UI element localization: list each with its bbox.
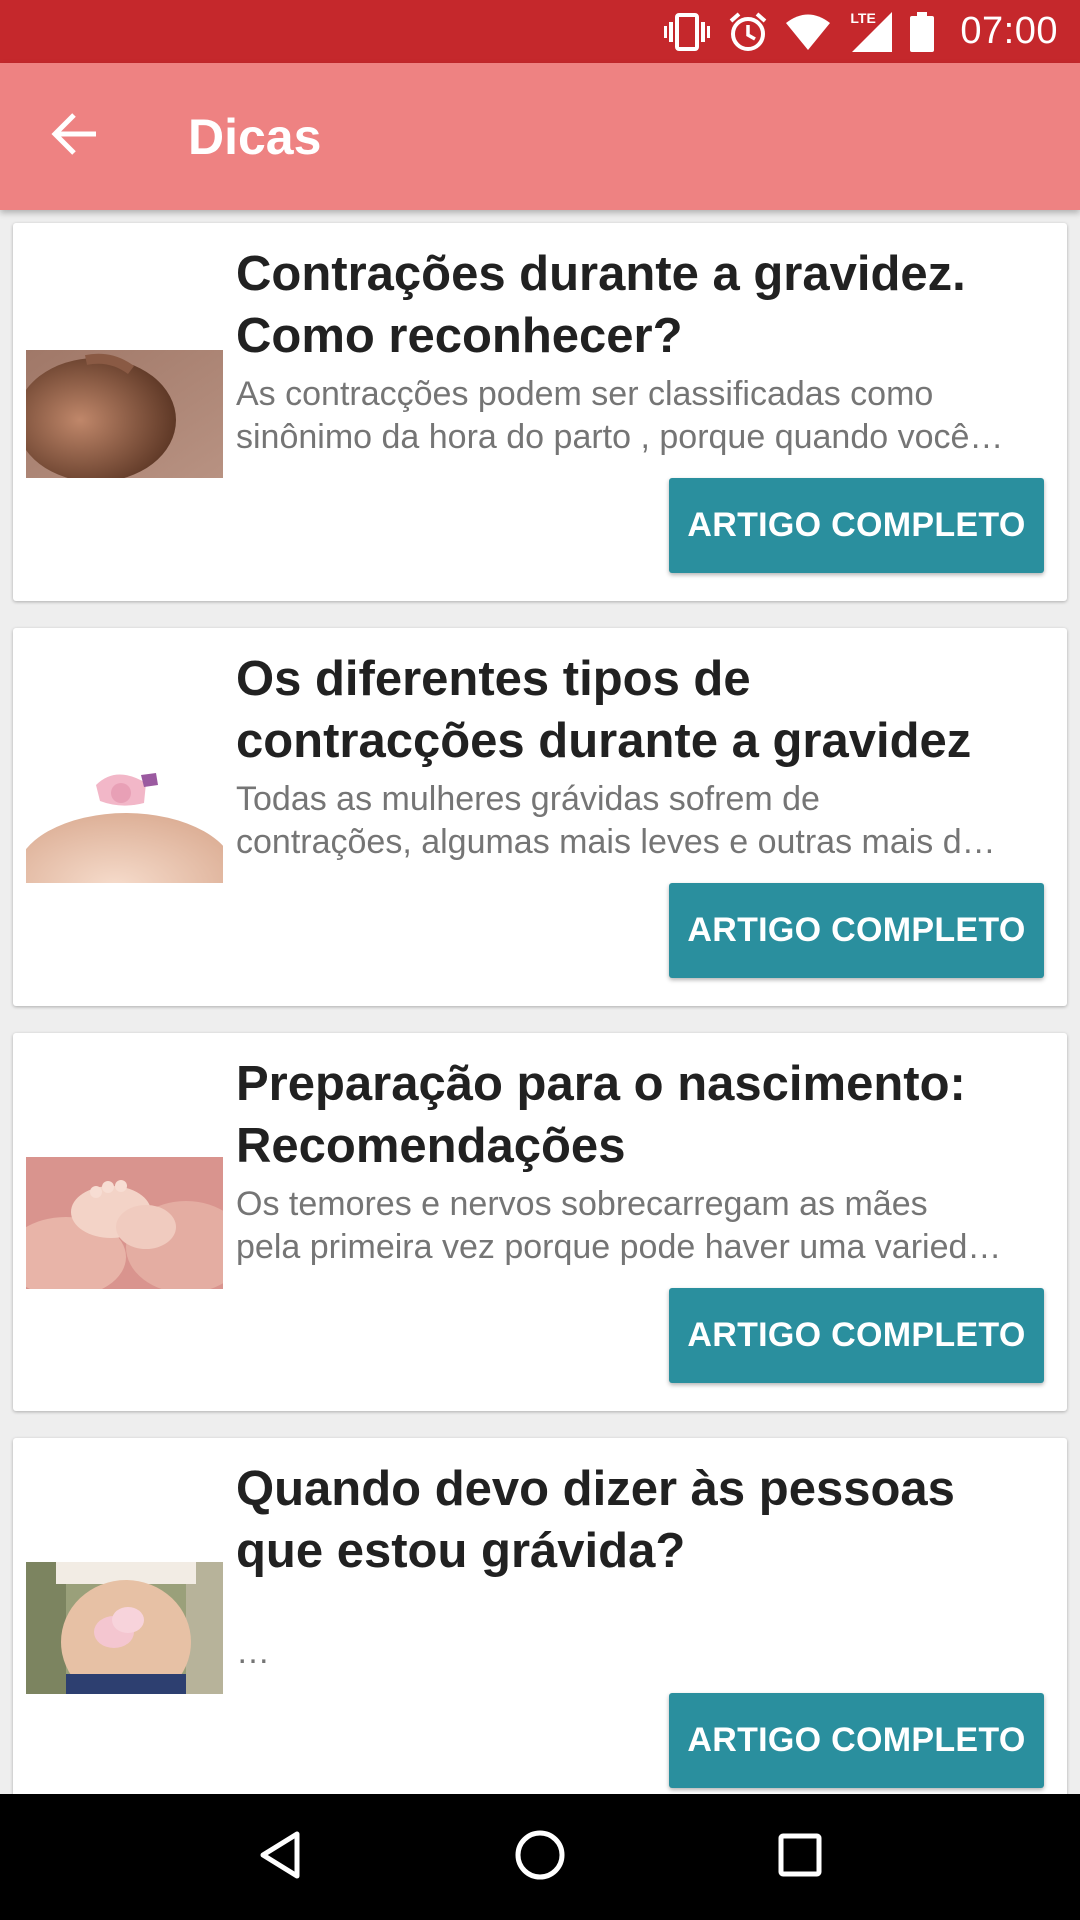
article-title-line: Recomendações <box>236 1119 626 1173</box>
article-description-line: As contracções podem ser classificadas c… <box>236 375 934 413</box>
article-title[interactable]: Os diferentes tipos de contracções duran… <box>236 648 1046 772</box>
article-list[interactable]: Contrações durante a gravidez. Como reco… <box>0 210 1080 1794</box>
article-description: Os temores e nervos sobrecarregam as mãe… <box>236 1183 1056 1269</box>
article-description-line: contrações, algumas mais leves e outras … <box>236 823 996 861</box>
nav-recents-button[interactable] <box>750 1807 850 1907</box>
nav-recents-icon <box>777 1832 823 1883</box>
article-title-line: que estou grávida? <box>236 1524 686 1578</box>
article-description-line: sinônimo da hora do parto , porque quand… <box>236 418 1004 456</box>
nav-home-button[interactable] <box>490 1807 590 1907</box>
article-card[interactable]: Quando devo dizer às pessoas que estou g… <box>13 1438 1067 1794</box>
article-title-line: Preparação para o nascimento: <box>236 1057 966 1111</box>
article-title-line: Como reconhecer? <box>236 309 683 363</box>
nav-home-icon <box>514 1829 566 1886</box>
article-title-line: contracções durante a gravidez <box>236 714 972 768</box>
article-description-line: … <box>236 1633 270 1671</box>
article-thumbnail <box>26 350 223 478</box>
article-card[interactable]: Contrações durante a gravidez. Como reco… <box>13 223 1067 601</box>
lte-label: LTE <box>848 9 878 26</box>
article-description-line: pela primeira vez porque pode haver uma … <box>236 1228 1002 1266</box>
nav-back-icon <box>257 1830 303 1885</box>
article-title-line: Quando devo dizer às pessoas <box>236 1462 955 1516</box>
article-title[interactable]: Quando devo dizer às pessoas que estou g… <box>236 1458 1046 1582</box>
nav-back-button[interactable] <box>230 1807 330 1907</box>
article-thumbnail <box>26 755 223 883</box>
article-title[interactable]: Contrações durante a gravidez. Como reco… <box>236 243 1046 367</box>
back-button[interactable] <box>0 63 148 210</box>
full-article-button[interactable]: ARTIGO COMPLETO <box>669 478 1044 573</box>
full-article-button[interactable]: ARTIGO COMPLETO <box>669 883 1044 978</box>
status-bar: LTE 07:00 <box>0 0 1080 63</box>
article-description-line <box>236 1588 1056 1631</box>
arrow-back-icon <box>50 112 98 161</box>
alarm-icon <box>728 11 768 53</box>
article-description-line: Todas as mulheres grávidas sofrem de <box>236 780 820 818</box>
article-description-line: Os temores e nervos sobrecarregam as mãe… <box>236 1185 928 1223</box>
full-article-button[interactable]: ARTIGO COMPLETO <box>669 1288 1044 1383</box>
article-description: As contracções podem ser classificadas c… <box>236 373 1056 459</box>
article-thumbnail <box>26 1157 223 1289</box>
page-title: Dicas <box>188 108 322 165</box>
article-title-line: Os diferentes tipos de <box>236 652 751 706</box>
article-description: … <box>236 1588 1056 1674</box>
battery-icon <box>910 11 935 52</box>
article-card[interactable]: Preparação para o nascimento: Recomendaç… <box>13 1033 1067 1411</box>
article-title[interactable]: Preparação para o nascimento: Recomendaç… <box>236 1053 1046 1177</box>
wifi-icon <box>786 14 831 50</box>
full-article-button[interactable]: ARTIGO COMPLETO <box>669 1693 1044 1788</box>
article-thumbnail <box>26 1562 223 1694</box>
article-title-line: Contrações durante a gravidez. <box>236 247 966 301</box>
article-card[interactable]: Os diferentes tipos de contracções duran… <box>13 628 1067 1006</box>
lte-signal-icon: LTE <box>848 9 893 52</box>
vibrate-icon <box>664 12 711 52</box>
screen: LTE 07:00 Dicas Contrações durante a gra… <box>0 0 1080 1920</box>
app-bar: Dicas <box>0 63 1080 210</box>
article-description: Todas as mulheres grávidas sofrem de con… <box>236 778 1056 864</box>
status-icons: LTE 07:00 <box>664 9 1058 53</box>
status-time: 07:00 <box>960 10 1058 52</box>
navigation-bar <box>0 1794 1080 1920</box>
